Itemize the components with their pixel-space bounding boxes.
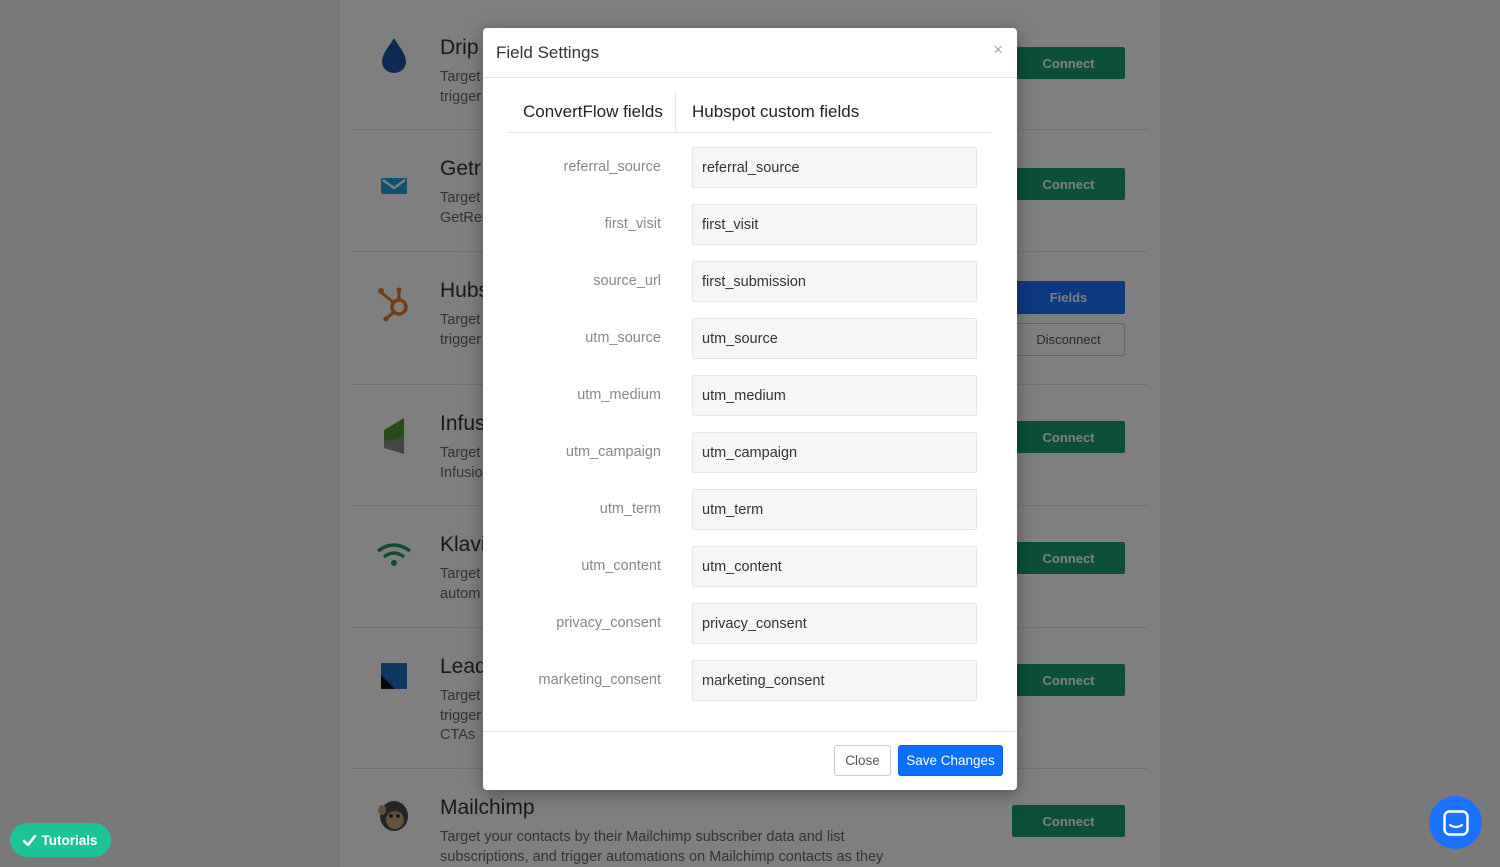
field-label: utm_content: [581, 558, 661, 574]
hubspot-field-input[interactable]: [692, 204, 977, 245]
close-button[interactable]: Close: [834, 745, 891, 776]
field-label: marketing_consent: [538, 672, 661, 688]
hubspot-field-input[interactable]: [692, 489, 977, 530]
field-label: referral_source: [563, 159, 661, 175]
field-label: first_visit: [604, 216, 661, 232]
column-headings: ConvertFlow fields Hubspot custom fields: [509, 92, 991, 133]
field-row: referral_source: [483, 147, 1017, 188]
field-label: utm_campaign: [565, 444, 661, 460]
hubspot-fields-heading: Hubspot custom fields: [692, 102, 860, 121]
modal-header: Field Settings ×: [483, 28, 1017, 78]
field-row: utm_source: [483, 318, 1017, 359]
hubspot-field-input[interactable]: [692, 375, 977, 416]
hubspot-field-input[interactable]: [692, 546, 977, 587]
field-row: privacy_consent: [483, 603, 1017, 644]
hubspot-field-input[interactable]: [692, 261, 977, 302]
checkmark-icon: [23, 834, 37, 846]
field-row: source_url: [483, 261, 1017, 302]
field-row: utm_campaign: [483, 432, 1017, 473]
modal-footer: Close Save Changes: [483, 731, 1017, 790]
hubspot-field-input[interactable]: [692, 660, 977, 701]
save-changes-button[interactable]: Save Changes: [898, 745, 1003, 776]
field-label: utm_term: [599, 501, 661, 517]
hubspot-field-input[interactable]: [692, 318, 977, 359]
field-row: utm_term: [483, 489, 1017, 530]
column-divider: [675, 92, 676, 132]
field-settings-modal: Field Settings × ConvertFlow fields Hubs…: [483, 28, 1017, 790]
field-row: utm_content: [483, 546, 1017, 587]
field-label: utm_source: [585, 330, 661, 346]
close-icon[interactable]: ×: [993, 40, 1003, 60]
hubspot-field-input[interactable]: [692, 603, 977, 644]
field-label: source_url: [593, 273, 661, 289]
field-row: marketing_consent: [483, 660, 1017, 701]
tutorials-button[interactable]: Tutorials: [10, 823, 111, 857]
hubspot-field-input[interactable]: [692, 432, 977, 473]
tutorials-label: Tutorials: [41, 832, 98, 848]
field-label: utm_medium: [577, 387, 661, 403]
hubspot-field-input[interactable]: [692, 147, 977, 188]
field-label: privacy_consent: [556, 615, 661, 631]
convertflow-fields-heading: ConvertFlow fields: [523, 102, 663, 121]
chat-launcher-button[interactable]: [1429, 796, 1482, 849]
field-row: first_visit: [483, 204, 1017, 245]
chat-icon: [1442, 809, 1469, 836]
modal-title: Field Settings: [496, 43, 599, 62]
field-row: utm_medium: [483, 375, 1017, 416]
